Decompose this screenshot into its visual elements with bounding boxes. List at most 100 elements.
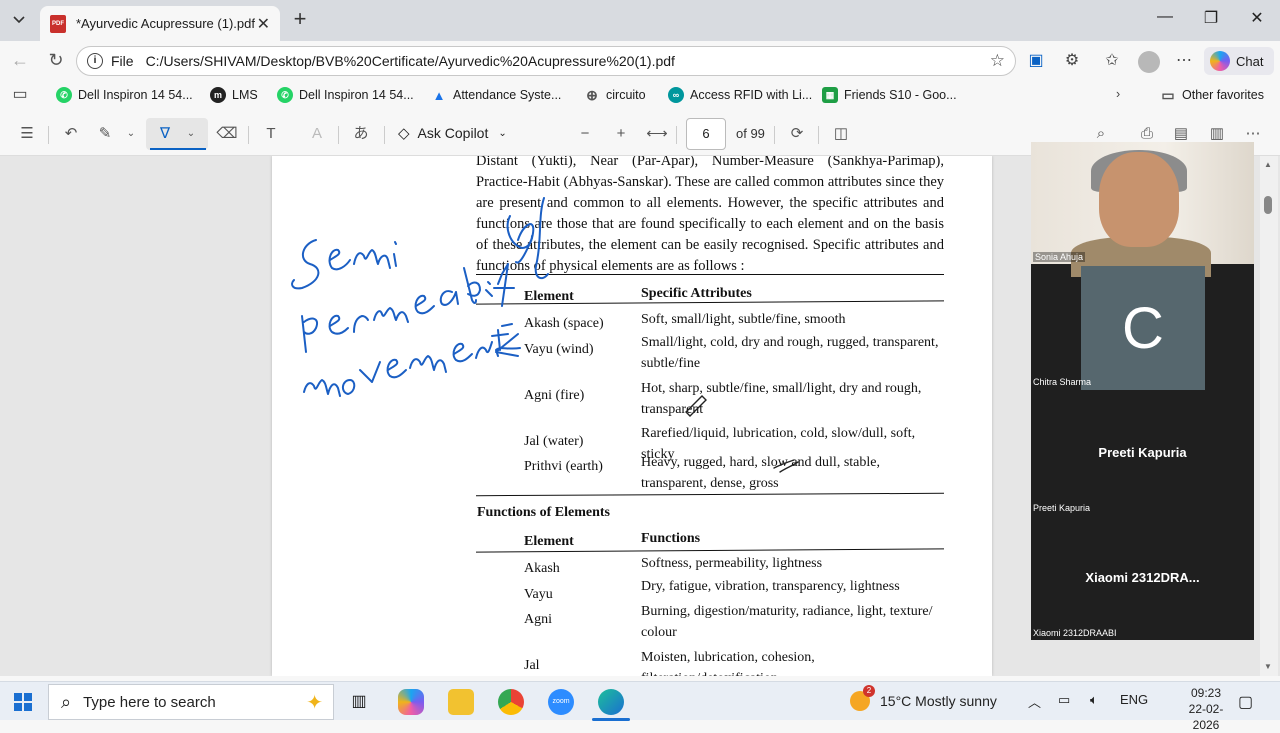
print-icon[interactable]: ⎙ (1136, 124, 1158, 144)
zoom-icon[interactable]: zoom (548, 689, 574, 715)
copilot-outline-icon: ◇ (398, 125, 410, 142)
copilot-app-icon[interactable] (398, 689, 424, 715)
toolbar-divider (676, 126, 677, 144)
participant-label: Preeti Kapuria (1033, 503, 1091, 513)
participant-name: Preeti Kapuria (1098, 445, 1187, 460)
taskbar: ⌕ Type here to search ✦ ▥ zoom 2 15°C Mo… (0, 681, 1280, 732)
language-indicator[interactable]: ENG (1120, 692, 1148, 707)
read-aloud-icon[interactable]: あ (350, 124, 372, 144)
back-button[interactable]: ← (8, 49, 32, 71)
favorite-item[interactable]: ▲ Attendance Syste... (431, 87, 562, 103)
scrollbar-thumb[interactable] (1264, 196, 1272, 214)
copilot-chat-button[interactable]: Chat (1204, 47, 1274, 75)
zoom-in-icon[interactable]: + (610, 124, 632, 144)
profile-avatar[interactable] (1138, 51, 1160, 73)
contents-icon[interactable]: ☰ (16, 124, 38, 144)
whatsapp-icon: ✆ (56, 87, 72, 103)
meeting-video-panel: Sonia Ahuja C Chitra Sharma Preeti Kapur… (1031, 142, 1254, 640)
scroll-up-icon[interactable]: ▲ (1264, 160, 1272, 169)
chevron-down-icon: ⌄ (498, 127, 507, 139)
favorite-item[interactable]: ✆ Dell Inspiron 14 54... (277, 87, 414, 103)
scrollbar[interactable] (1260, 156, 1278, 676)
video-tile-sonia[interactable]: Sonia Ahuja (1031, 142, 1254, 277)
arduino-icon: ∞ (668, 87, 684, 103)
favorite-star-icon[interactable]: ☆ (990, 51, 1005, 71)
address-row: ← ↻ i File C:/Users/SHIVAM/Desktop/BVB%2… (0, 41, 1280, 79)
page-view-icon[interactable]: ◫ (830, 124, 852, 144)
ask-copilot-button[interactable]: ◇ Ask Copilot ⌄ (398, 124, 507, 142)
participant-label: Xiaomi 2312DRAABI (1033, 628, 1117, 638)
save-as-icon[interactable]: ▥ (1206, 124, 1228, 144)
weather-widget[interactable]: 2 15°C Mostly sunny (850, 685, 997, 711)
restore-button[interactable]: ❐ (1196, 8, 1226, 32)
participant-video (1099, 152, 1179, 247)
draw-options-icon[interactable]: ⌄ (180, 124, 202, 144)
toolbar-divider (818, 126, 819, 144)
chevron-down-icon (13, 16, 25, 24)
rotate-icon[interactable]: ⟳ (786, 124, 808, 144)
toolbar-divider (338, 126, 339, 144)
text-format-icon: A (311, 125, 322, 142)
scroll-down-icon[interactable]: ▼ (1264, 662, 1272, 671)
start-button[interactable] (14, 693, 32, 711)
undo-icon[interactable]: ↶ (60, 124, 82, 144)
refresh-button[interactable]: ↻ (44, 49, 68, 71)
favorites-icon[interactable]: ✩ (1102, 51, 1122, 71)
favorite-item[interactable]: ✆ Dell Inspiron 14 54... (56, 87, 193, 103)
toolbar-divider (774, 126, 775, 144)
erase-icon[interactable]: ⌫ (216, 124, 238, 144)
chat-label: Chat (1236, 53, 1264, 69)
draw-icon[interactable]: ∇ (154, 124, 176, 144)
participant-name: Xiaomi 2312DRA... (1085, 570, 1200, 585)
collections-icon[interactable]: ▭ (10, 85, 30, 105)
more-options-icon[interactable]: ⋯ (1242, 124, 1264, 144)
tab-title: *Ayurvedic Acupressure (1).pdf (76, 16, 255, 31)
add-text-icon[interactable]: T (260, 124, 282, 144)
more-icon[interactable]: ⋯ (1174, 51, 1194, 71)
address-bar[interactable]: i File C:/Users/SHIVAM/Desktop/BVB%20Cer… (76, 46, 1016, 76)
highlight-icon[interactable]: ✎ (94, 124, 116, 144)
toolbar-divider (48, 126, 49, 144)
toolbar-divider (248, 126, 249, 144)
favorites-bar: ▭ ✆ Dell Inspiron 14 54... m LMS ✆ Dell Ins… (0, 79, 1280, 112)
sparkle-icon: ✦ (306, 691, 323, 714)
weather-icon: 2 (850, 685, 875, 711)
favorite-item[interactable]: m LMS (210, 87, 258, 103)
file-explorer-icon[interactable] (448, 689, 474, 715)
highlight-options-icon[interactable]: ⌄ (120, 124, 142, 144)
minimize-button[interactable]: — (1150, 8, 1180, 32)
zoom-out-icon[interactable]: − (574, 124, 596, 144)
volume-icon[interactable]: 🔈︎ (1090, 692, 1098, 708)
search-icon[interactable]: ⌕ (1090, 124, 1112, 144)
new-tab-button[interactable]: + (288, 8, 312, 32)
info-icon[interactable]: i (87, 53, 103, 69)
address-prefix: File (111, 53, 134, 69)
pdf-page: Distant (Yukti), Near (Par-Apar), Number… (272, 156, 992, 676)
close-window-button[interactable]: ✕ (1242, 8, 1272, 32)
fit-page-icon[interactable]: ⟷ (646, 124, 668, 144)
save-icon[interactable]: ▤ (1170, 124, 1192, 144)
tray-overflow-icon[interactable]: ︿ (1028, 692, 1041, 711)
edge-icon[interactable] (598, 689, 624, 715)
notifications-icon[interactable]: ▢ (1238, 692, 1253, 712)
weather-text: 15°C Mostly sunny (880, 693, 997, 709)
extensions-icon[interactable]: ⚙ (1062, 51, 1082, 71)
favorites-overflow-icon[interactable]: › (1116, 87, 1120, 101)
chrome-icon[interactable] (498, 689, 524, 715)
clock-time: 09:23 (1190, 686, 1222, 700)
favorite-item[interactable]: ∞ Access RFID with Li... (668, 87, 812, 103)
page-number-input[interactable]: 6 (686, 118, 726, 150)
browser-tab[interactable]: PDF *Ayurvedic Acupressure (1).pdf ✕ (40, 6, 280, 41)
task-view-icon[interactable]: ▥ (346, 689, 372, 715)
tab-actions-button[interactable] (6, 8, 32, 32)
screen-share-icon[interactable]: ▣ (1026, 51, 1046, 71)
participant-label: Chitra Sharma (1033, 377, 1092, 387)
taskbar-search[interactable]: ⌕ Type here to search ✦ (48, 684, 334, 720)
battery-icon[interactable]: ▭ (1058, 692, 1070, 708)
favorite-item[interactable]: ⊕ circuito (584, 87, 645, 103)
favorite-item[interactable]: ▦ Friends S10 - Goo... (822, 87, 957, 103)
draw-underline (150, 148, 206, 150)
clock[interactable]: 09:23 22-02-2026 (1176, 685, 1236, 733)
other-favorites[interactable]: ▭ Other favorites (1160, 87, 1264, 103)
close-tab-icon[interactable]: ✕ (257, 14, 270, 34)
